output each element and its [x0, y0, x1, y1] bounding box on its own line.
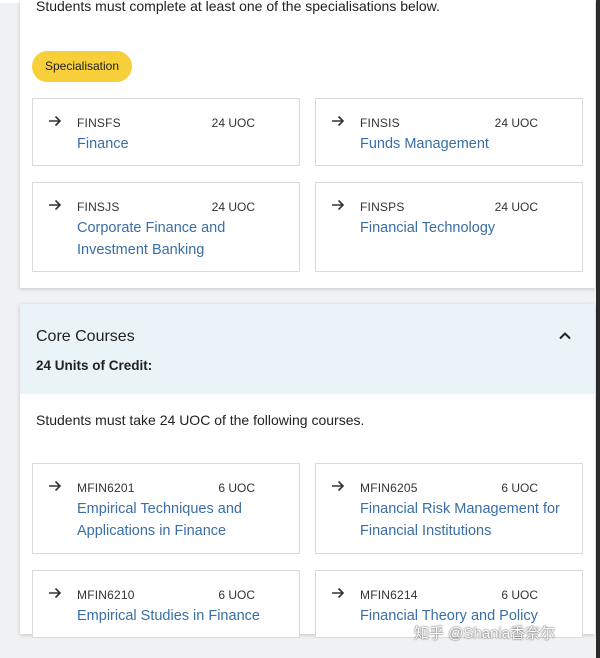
tile-title-line: Finance	[77, 136, 129, 152]
tile-code: FINSFS	[77, 116, 121, 130]
arrow-right-icon	[332, 587, 345, 599]
tile-uoc: 6 UOC	[501, 481, 538, 495]
tile-title-line: Applications in Finance	[77, 523, 227, 539]
specialisation-badge: Specialisation	[32, 51, 132, 82]
course-tile[interactable]: MFIN6210 6 UOC Empirical Studies in Fina…	[32, 570, 300, 638]
tile-title-line: Financial Risk Management for	[360, 501, 560, 517]
tile-title-line: Empirical Studies in Finance	[77, 608, 260, 624]
arrow-right-icon	[332, 115, 345, 127]
arrow-right-icon	[49, 587, 62, 599]
core-courses-units: 24 Units of Credit:	[36, 358, 153, 373]
arrow-right-icon	[49, 480, 62, 492]
tile-title[interactable]: Financial Risk Management for Financial …	[360, 498, 568, 542]
tile-code: MFIN6201	[77, 481, 135, 495]
tile-code: MFIN6210	[77, 588, 135, 602]
tile-uoc: 24 UOC	[211, 116, 255, 130]
tile-title[interactable]: Finance	[77, 133, 285, 155]
specialisation-tile[interactable]: FINSJS 24 UOC Corporate Finance and Inve…	[32, 182, 300, 272]
tile-title-line: Investment Banking	[77, 242, 205, 258]
tile-code: MFIN6205	[360, 481, 418, 495]
arrow-right-icon	[49, 199, 62, 211]
arrow-right-icon	[332, 199, 345, 211]
core-courses-title: Core Courses	[36, 328, 135, 345]
tile-title[interactable]: Empirical Techniques and Applications in…	[77, 498, 285, 542]
tile-uoc: 6 UOC	[218, 481, 255, 495]
tile-title[interactable]: Corporate Finance and Investment Banking	[77, 217, 285, 261]
course-tile[interactable]: MFIN6201 6 UOC Empirical Techniques and …	[32, 463, 300, 554]
tile-title-line: Corporate Finance and	[77, 220, 226, 236]
watermark: 知乎 @Shania香奈尔	[414, 625, 556, 642]
window-edge	[596, 0, 600, 658]
tile-code: MFIN6214	[360, 588, 418, 602]
specialisation-tile[interactable]: FINSIS 24 UOC Funds Management	[315, 98, 583, 166]
tile-uoc: 24 UOC	[494, 200, 538, 214]
specialisation-card: Students must complete at least one of t…	[20, 0, 595, 288]
core-courses-card: Core Courses 24 Units of Credit: Student…	[20, 304, 595, 638]
tile-code: FINSPS	[360, 200, 405, 214]
specialisation-intro: Students must complete at least one of t…	[36, 0, 440, 14]
tile-title-line: Financial Technology	[360, 220, 496, 236]
specialisation-tile[interactable]: FINSPS 24 UOC Financial Technology	[315, 182, 583, 272]
specialisation-tile[interactable]: FINSFS 24 UOC Finance	[32, 98, 300, 166]
core-courses-intro: Students must take 24 UOC of the followi…	[36, 412, 365, 428]
chevron-up-icon[interactable]	[557, 328, 573, 344]
tile-code: FINSIS	[360, 116, 400, 130]
tile-uoc: 6 UOC	[501, 588, 538, 602]
tile-uoc: 24 UOC	[494, 116, 538, 130]
arrow-right-icon	[332, 480, 345, 492]
arrow-right-icon	[49, 115, 62, 127]
tile-title[interactable]: Financial Technology	[360, 217, 568, 239]
tile-title-line: Empirical Techniques and	[77, 501, 242, 517]
tile-title[interactable]: Funds Management	[360, 133, 568, 155]
course-tile[interactable]: MFIN6205 6 UOC Financial Risk Management…	[315, 463, 583, 554]
tile-title[interactable]: Empirical Studies in Finance	[77, 605, 285, 627]
tile-title-line: Financial Institutions	[360, 523, 492, 539]
tile-code: FINSJS	[77, 200, 120, 214]
tile-uoc: 24 UOC	[211, 200, 255, 214]
core-courses-header[interactable]: Core Courses 24 Units of Credit:	[20, 304, 595, 394]
tile-uoc: 6 UOC	[218, 588, 255, 602]
tile-title-line: Funds Management	[360, 136, 489, 152]
